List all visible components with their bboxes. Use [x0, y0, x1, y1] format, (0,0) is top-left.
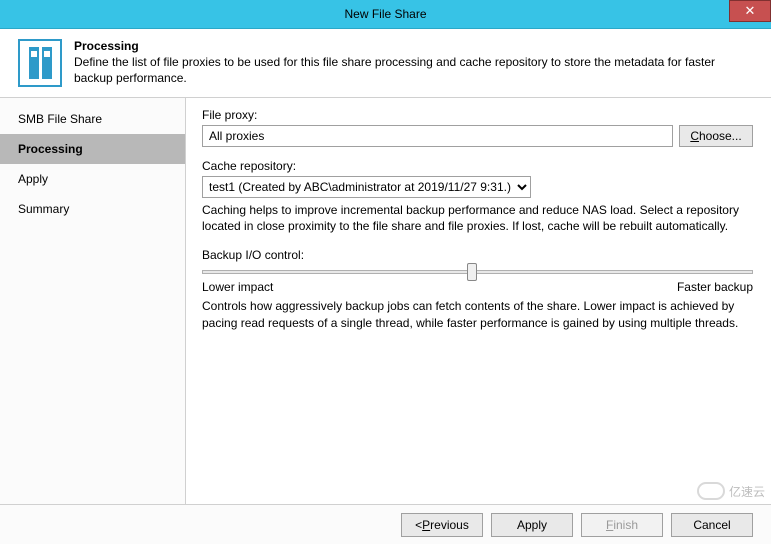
- step-processing[interactable]: Processing: [0, 134, 185, 164]
- wizard-footer: < Previous Apply Finish Cancel: [0, 504, 771, 544]
- wizard-body: SMB File Share Processing Apply Summary …: [0, 98, 771, 517]
- close-button[interactable]: ✕: [729, 0, 771, 22]
- window-title: New File Share: [344, 7, 426, 21]
- backup-io-label: Backup I/O control:: [202, 248, 753, 262]
- step-smb-file-share[interactable]: SMB File Share: [0, 104, 185, 134]
- choose-button[interactable]: Choose...: [679, 125, 753, 147]
- cache-repository-select[interactable]: test1 (Created by ABC\administrator at 2…: [202, 176, 531, 198]
- previous-rest: revious: [430, 518, 469, 532]
- watermark: 亿速云: [697, 482, 765, 500]
- cancel-button[interactable]: Cancel: [671, 513, 753, 537]
- finish-accesskey: F: [606, 518, 613, 532]
- file-proxy-label: File proxy:: [202, 108, 753, 122]
- header-description: Define the list of file proxies to be us…: [74, 55, 757, 86]
- slider-thumb[interactable]: [467, 263, 477, 281]
- slider-track: [202, 270, 753, 274]
- previous-accesskey: P: [422, 518, 430, 532]
- wizard-content: File proxy: Choose... Cache repository: …: [186, 98, 771, 517]
- header-title: Processing: [74, 39, 757, 53]
- choose-accesskey: C: [690, 129, 699, 143]
- wizard-steps-sidebar: SMB File Share Processing Apply Summary: [0, 98, 186, 517]
- finish-rest: inish: [613, 518, 638, 532]
- cache-help-text: Caching helps to improve incremental bac…: [202, 202, 753, 234]
- backup-io-slider[interactable]: [202, 270, 753, 274]
- choose-label-rest: hoose...: [699, 129, 742, 143]
- header-text: Processing Define the list of file proxi…: [62, 39, 757, 87]
- previous-prefix: <: [415, 518, 422, 532]
- finish-button: Finish: [581, 513, 663, 537]
- slider-low-label: Lower impact: [202, 280, 273, 294]
- file-share-icon: [18, 39, 62, 87]
- apply-button[interactable]: Apply: [491, 513, 573, 537]
- cloud-icon: [697, 482, 725, 500]
- file-proxy-input[interactable]: [202, 125, 673, 147]
- watermark-text: 亿速云: [729, 483, 765, 500]
- wizard-header: Processing Define the list of file proxi…: [0, 29, 771, 98]
- close-icon: ✕: [745, 3, 756, 19]
- cache-repository-label: Cache repository:: [202, 159, 753, 173]
- step-summary[interactable]: Summary: [0, 194, 185, 224]
- slider-high-label: Faster backup: [677, 280, 753, 294]
- step-apply[interactable]: Apply: [0, 164, 185, 194]
- titlebar: New File Share ✕: [0, 0, 771, 29]
- io-help-text: Controls how aggressively backup jobs ca…: [202, 298, 753, 330]
- previous-button[interactable]: < Previous: [401, 513, 483, 537]
